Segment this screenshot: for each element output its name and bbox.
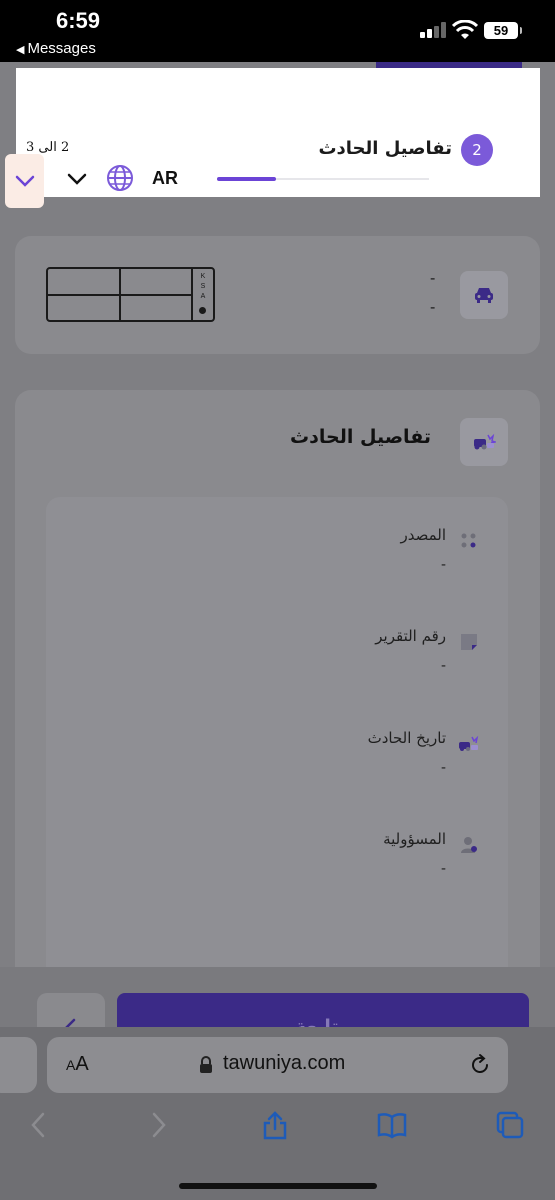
- field-label: المسؤولية: [383, 830, 446, 848]
- lock-icon: [200, 1056, 212, 1073]
- plate-dot: [199, 307, 206, 314]
- status-bar: 6:59 ◀ Messages 59: [0, 0, 555, 62]
- car-icon: [475, 288, 493, 303]
- plate-country-letter: K: [200, 273, 206, 280]
- url-text[interactable]: tawuniya.com: [223, 1052, 345, 1075]
- aa-small-letter: A: [66, 1057, 76, 1073]
- chevron-down-icon: [15, 175, 35, 187]
- vehicle-line-1: -: [430, 270, 436, 287]
- back-button[interactable]: [37, 993, 105, 1027]
- step-title: تفاصيل الحادث: [318, 138, 452, 159]
- field-value: -: [441, 556, 446, 573]
- reload-icon[interactable]: [468, 1053, 492, 1077]
- home-indicator: [179, 1183, 377, 1189]
- action-footer: متابعة: [0, 967, 555, 1027]
- address-bar[interactable]: AA tawuniya.com: [47, 1037, 508, 1093]
- vehicle-card: K S A - -: [15, 236, 540, 354]
- field-label: رقم التقرير: [375, 627, 446, 645]
- field-accident-date: تاريخ الحادث -: [46, 729, 508, 799]
- plate-country-code: K S A: [195, 272, 211, 302]
- field-source: المصدر -: [46, 526, 508, 596]
- person-icon: [461, 837, 477, 853]
- accident-icon-tile: [460, 418, 508, 466]
- step-header: 2 تفاصيل الحادث 2 الى 3 AR: [16, 68, 540, 197]
- step-progress-track: [217, 177, 429, 181]
- report-note-icon: [461, 634, 477, 650]
- plate-country-letter: S: [200, 283, 206, 290]
- clock: 6:59: [56, 8, 101, 33]
- continue-button[interactable]: متابعة: [117, 993, 529, 1027]
- car-crash-icon: [459, 735, 479, 751]
- browser-toolbar: AA tawuniya.com: [0, 1027, 555, 1200]
- plate-divider: [48, 294, 192, 296]
- cellular-signal-icon: [420, 22, 446, 38]
- reader-options-button[interactable]: AA: [66, 1053, 89, 1076]
- field-value: -: [441, 759, 446, 776]
- back-app-label: Messages: [27, 40, 96, 57]
- field-report-number: رقم التقرير -: [46, 627, 508, 697]
- field-label: تاريخ الحادث: [367, 729, 446, 747]
- accident-fields-panel: المصدر - رقم التقرير - تاريخ الحادث - ال…: [46, 497, 508, 1027]
- wifi-icon: [452, 20, 478, 39]
- plate-country-letter: A: [200, 293, 206, 300]
- section-title: تفاصيل الحادث: [290, 426, 431, 448]
- chevron-left-icon: [65, 1018, 76, 1027]
- globe-icon[interactable]: [106, 164, 134, 192]
- tabs-icon[interactable]: [495, 1110, 525, 1140]
- collapse-header-button[interactable]: [5, 154, 44, 208]
- step-number-badge: 2: [461, 134, 493, 166]
- back-to-app-link[interactable]: ◀ Messages: [16, 40, 96, 57]
- field-label: المصدر: [400, 526, 446, 544]
- vehicle-line-2: -: [430, 299, 436, 316]
- bookmarks-icon[interactable]: [377, 1110, 407, 1140]
- previous-tab-edge[interactable]: [0, 1037, 37, 1093]
- browser-forward-icon[interactable]: [143, 1110, 173, 1140]
- step-progress-fill: [217, 177, 277, 181]
- car-icon-tile: [460, 271, 508, 319]
- page-content: 2 تفاصيل الحادث 2 الى 3 AR K S A - - تفا…: [0, 62, 555, 1027]
- accident-details-card: تفاصيل الحادث المصدر - رقم التقرير - تار…: [15, 390, 540, 1027]
- field-value: -: [441, 860, 446, 877]
- source-dots-icon: [461, 533, 476, 548]
- aa-large-letter: A: [75, 1053, 89, 1075]
- license-plate: K S A: [46, 267, 215, 322]
- browser-back-icon[interactable]: [24, 1110, 54, 1140]
- step-count: 2 الى 3: [26, 140, 70, 155]
- field-value: -: [441, 657, 446, 674]
- chevron-down-icon[interactable]: [66, 168, 88, 190]
- car-crash-icon: [474, 433, 496, 450]
- back-triangle-icon: ◀: [16, 44, 25, 56]
- language-label[interactable]: AR: [152, 168, 178, 189]
- field-liability: المسؤولية -: [46, 830, 508, 900]
- share-icon[interactable]: [260, 1110, 290, 1140]
- battery-indicator: 59: [484, 22, 522, 39]
